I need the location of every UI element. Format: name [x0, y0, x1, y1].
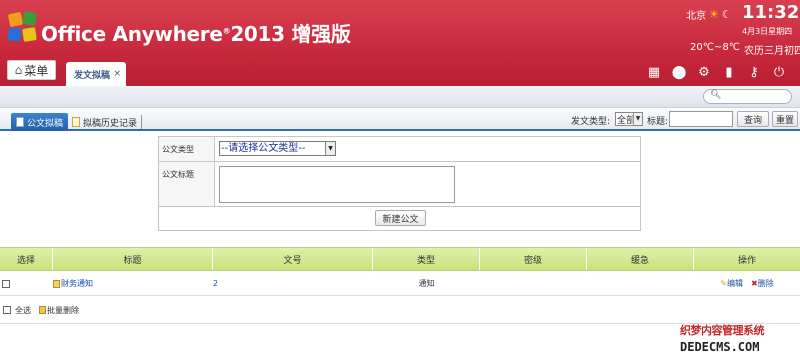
form-row-title: 公文标题: [159, 162, 640, 207]
select-all-checkbox[interactable]: [3, 306, 11, 314]
doc-type-label: 公文类型: [159, 137, 215, 161]
lunar-date: 农历三月初四: [744, 46, 800, 57]
app-title: Office Anywhere®2013 增强版: [41, 22, 351, 46]
app-header: Office Anywhere®2013 增强版 北京 ☀ ☾ 11:32 4月…: [0, 0, 800, 86]
column-title: 标题: [53, 248, 213, 270]
tab-label: 发文拟稿: [74, 70, 111, 81]
global-search-bar: 🔍︎: [0, 86, 800, 108]
tab-draft-history[interactable]: 拟稿历史记录: [72, 115, 143, 129]
watermark-line1: 织梦内容管理系统: [680, 324, 765, 337]
menu-button-label: 菜单: [24, 63, 49, 78]
batch-delete-button[interactable]: 批量删除: [39, 305, 79, 316]
filter-type-select[interactable]: 全部 ▼: [615, 112, 643, 126]
doc-title-label: 公文标题: [159, 162, 215, 206]
filter-type-label: 发文类型:: [571, 117, 611, 127]
sun-icon: ☀: [709, 8, 719, 21]
table-row: 财务通知 2 通知 ✎编辑 ✖删除: [0, 272, 800, 296]
close-icon[interactable]: ×: [113, 69, 121, 79]
tab-draft-document[interactable]: 发文拟稿 ×: [66, 62, 126, 86]
doc-type-select[interactable]: --请选择公文类型-- ▼: [219, 141, 336, 156]
temperature-range: 20℃~8℃: [690, 42, 740, 53]
clock-time: 11:32: [742, 2, 800, 23]
pencil-icon: ✎: [720, 279, 727, 288]
query-button[interactable]: 查询: [737, 111, 769, 127]
reset-button[interactable]: 重置: [772, 111, 798, 127]
tab-compose-document[interactable]: 公文拟稿: [11, 113, 68, 131]
toolbar-icons: ▦ ⬤ ⚙ ▮ ⚷ ⏻: [646, 64, 787, 80]
doc-title-textarea[interactable]: [219, 166, 455, 203]
subtabs-bar: 公文拟稿 拟稿历史记录 发文类型: 全部 ▼ 标题: 查询 重置: [0, 109, 800, 131]
row-urgency: [587, 272, 694, 295]
row-delete-button[interactable]: ✖删除: [751, 278, 774, 289]
edit-pencil-icon: [53, 279, 60, 288]
new-document-button[interactable]: 新建公文: [375, 210, 426, 226]
chevron-down-icon: ▼: [633, 113, 642, 125]
global-search-input[interactable]: 🔍︎: [703, 89, 792, 104]
form-row-type: 公文类型 --请选择公文类型-- ▼: [159, 137, 640, 162]
help-icon[interactable]: ⬤: [671, 64, 687, 80]
folder-icon: [39, 306, 46, 314]
filter-title-input[interactable]: [669, 111, 733, 127]
app-logo: [7, 11, 38, 44]
power-icon[interactable]: ▮: [721, 64, 737, 80]
watermark-line2: DEDECMS.COM: [680, 340, 760, 354]
row-edit-button[interactable]: ✎编辑: [720, 278, 743, 289]
filter-title-label: 标题:: [647, 117, 669, 127]
row-secrecy: [480, 272, 587, 295]
menu-button[interactable]: ⌂ 菜单: [7, 60, 56, 80]
chevron-down-icon: ▼: [325, 142, 335, 155]
table-header: 选择 标题 文号 类型 密级 缓急 操作: [0, 247, 800, 271]
moon-icon: ☾: [721, 8, 732, 21]
dedecms-watermark: 织梦内容管理系统 DEDECMS.COM: [680, 322, 798, 357]
row-title-link[interactable]: 财务通知: [61, 278, 93, 289]
select-all-label[interactable]: 全选: [15, 305, 31, 316]
column-type: 类型: [373, 248, 480, 270]
row-doc-number: 2: [213, 279, 219, 288]
clock-date: 4月3日星期四: [742, 27, 793, 36]
search-icon: 🔍︎: [710, 90, 722, 100]
column-urgency: 缓急: [587, 248, 694, 270]
shutdown-icon[interactable]: ⏻: [771, 64, 787, 80]
column-doc-number: 文号: [213, 248, 373, 270]
apps-icon[interactable]: ▦: [646, 64, 662, 80]
row-checkbox[interactable]: [2, 279, 10, 288]
settings-icon[interactable]: ⚙: [696, 64, 712, 80]
new-document-form: 公文类型 --请选择公文类型-- ▼ 公文标题 新建公文: [158, 136, 641, 231]
key-icon[interactable]: ⚷: [746, 64, 762, 80]
column-select: 选择: [0, 248, 53, 270]
home-icon: ⌂: [14, 63, 23, 77]
column-actions: 操作: [737, 255, 756, 266]
document-icon: [72, 117, 80, 127]
row-type: 通知: [418, 279, 435, 288]
delete-icon: ✖: [751, 279, 758, 288]
table-footer: 全选 批量删除: [0, 297, 800, 324]
document-icon: [16, 117, 24, 127]
weather-widget: 北京 ☀ ☾: [686, 7, 732, 22]
column-secrecy: 密级: [480, 248, 587, 270]
weather-city: 北京: [686, 11, 706, 22]
